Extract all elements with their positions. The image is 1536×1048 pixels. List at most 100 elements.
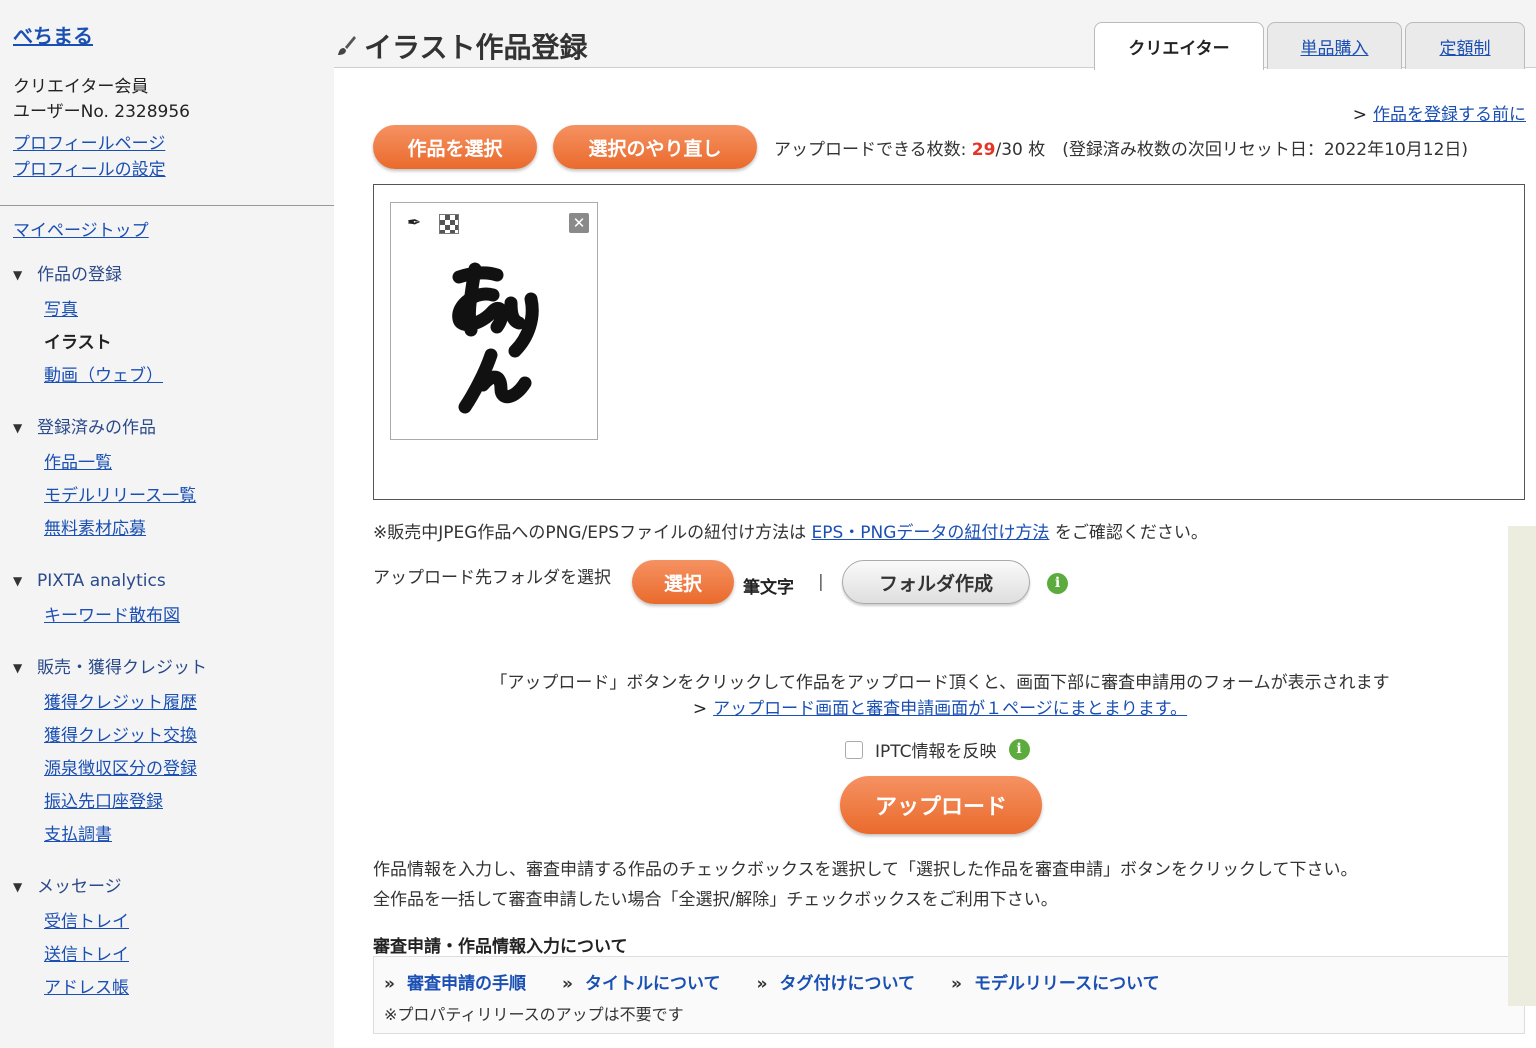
user-number: ユーザーNo. 2328956 [13,102,190,122]
help-box: » 審査申請の手順 » タイトルについて » タグ付けについて » モデルリリースについ… [373,956,1525,1034]
main-content: > 作品を登録する前に 作品を選択 選択のやり直し アップロードできる枚数: 29… [334,68,1536,1048]
side-panel [1508,526,1536,1006]
user-info: べちまる クリエイター会員 ユーザーNo. 2328956 プロフィールページ … [13,20,190,183]
sidebar-item-withholding[interactable]: 源泉徴収区分の登録 [44,756,323,789]
iptc-option: IPTC情報を反映 i [845,737,1030,762]
sidebar-item-keyword-scatter[interactable]: キーワード散布図 [44,603,323,636]
select-works-button[interactable]: 作品を選択 [373,125,537,169]
sidebar-item-inbox[interactable]: 受信トレイ [44,909,323,942]
profile-page-link[interactable]: プロフィールページ [13,131,190,157]
sidebar-nav: マイページトップ ▼ 作品の登録 写真 イラスト 動画（ウェブ） ▼ 登録済みの作品… [13,217,323,1026]
upload-count-rest: /30 枚 (登録済み枚数の次回リセット日：2022年10月12日) [995,140,1469,160]
upload-count: アップロードできる枚数: 29/30 枚 (登録済み枚数の次回リセット日：202… [774,135,1468,160]
before-register-link-wrap: > 作品を登録する前に [1353,100,1526,125]
folder-name: 筆文字 [743,578,794,598]
sidebar-item-address-book[interactable]: アドレス帳 [44,975,323,1008]
sidebar: べちまる クリエイター会員 ユーザーNo. 2328956 プロフィールページ … [0,0,334,1048]
upload-count-label: アップロードできる枚数: [774,140,972,160]
sidebar-section-heading[interactable]: ▼ 販売・獲得クレジット [13,654,323,682]
work-thumbnail[interactable]: ✒ ✕ [390,202,598,440]
upload-info-note: 「アップロード」ボタンをクリックして作品をアップロード頂くと、画面下部に審査申請… [334,670,1536,722]
close-icon[interactable]: ✕ [569,213,589,233]
transparency-icon [439,214,459,234]
help-link-model-release[interactable]: モデルリリースについて [974,974,1160,994]
page-header: イラスト作品登録 クリエイター 単品購入 定額制 [334,0,1536,70]
info-icon[interactable]: i [1008,739,1030,760]
triangle-down-icon: ▼ [13,574,23,588]
arrow-right-icon: > [1352,105,1367,125]
section-heading-label: PIXTA analytics [37,571,166,591]
section-heading-label: 登録済みの作品 [37,418,156,438]
sidebar-divider [0,205,334,206]
separator: | [818,572,824,592]
help-link-title[interactable]: タイトルについて [585,974,721,994]
section-heading-label: 作品の登録 [37,265,122,285]
sidebar-item-illust: イラスト [44,333,112,353]
folder-label: アップロード先フォルダを選択 [373,568,611,588]
tab-label: 単品購入 [1300,38,1369,59]
help-links: » 審査申請の手順 » タイトルについて » タグ付けについて » モデルリリースについ… [384,969,1196,994]
create-folder-button[interactable]: フォルダ作成 [842,560,1030,604]
triangle-down-icon: ▼ [13,268,23,282]
sidebar-item-free-material[interactable]: 無料素材応募 [44,516,323,549]
tab-creator[interactable]: クリエイター [1094,22,1264,70]
page-title: イラスト作品登録 [334,26,587,66]
sidebar-item-credit-history[interactable]: 獲得クレジット履歴 [44,690,323,723]
sidebar-section-registered: ▼ 登録済みの作品 作品一覧 モデルリリース一覧 無料素材応募 [13,414,323,549]
sidebar-item-credit-exchange[interactable]: 獲得クレジット交換 [44,723,323,756]
upload-area[interactable]: ✒ ✕ [373,184,1525,500]
sidebar-item-outbox[interactable]: 送信トレイ [44,942,323,975]
upload-button[interactable]: アップロード [840,776,1042,834]
note-prefix: ※販売中JPEG作品へのPNG/EPSファイルの紐付け方法は [373,523,812,543]
reselect-button[interactable]: 選択のやり直し [553,125,757,169]
iptc-checkbox[interactable] [845,740,863,759]
instruction-text-1: 作品情報を入力し、審査申請する作品のチェックボックスを選択して「選択した作品を審… [373,860,1358,880]
tab-single-purchase[interactable]: 単品購入 [1267,22,1402,69]
sidebar-section-messages: ▼ メッセージ 受信トレイ 送信トレイ アドレス帳 [13,873,323,1008]
sidebar-item-payment-record[interactable]: 支払調書 [44,822,323,855]
section-heading-label: 販売・獲得クレジット [37,658,207,678]
upload-info-link[interactable]: アップロード画面と審査申請画面が１ページにまとまります。 [713,699,1187,719]
profile-settings-link[interactable]: プロフィールの設定 [13,157,190,183]
arrow-right-icon: > [692,699,708,719]
sidebar-item-mypage-top[interactable]: マイページトップ [13,217,323,245]
upload-info-text: 「アップロード」ボタンをクリックして作品をアップロード頂くと、画面下部に審査申請… [490,673,1390,693]
property-release-note: ※プロパティリリースのアップは不要です [384,1005,684,1024]
brush-icon [338,36,356,55]
pen-nib-icon: ✒ [407,213,422,233]
sidebar-section-register: ▼ 作品の登録 写真 イラスト 動画（ウェブ） [13,261,323,396]
folder-select-button[interactable]: 選択 [632,560,734,604]
triangle-down-icon: ▼ [13,880,23,894]
iptc-label: IPTC情報を反映 [875,742,997,762]
bullet-icon: » [950,974,962,994]
help-link-review-steps[interactable]: 審査申請の手順 [407,974,526,994]
sidebar-item-photo[interactable]: 写真 [44,297,323,330]
bullet-icon: » [384,974,395,994]
upload-info-link-row: > アップロード画面と審査申請画面が１ページにまとまります。 [334,696,1536,722]
sidebar-item-video[interactable]: 動画（ウェブ） [44,363,323,396]
sidebar-section-sales: ▼ 販売・獲得クレジット 獲得クレジット履歴 獲得クレジット交換 源泉徴収区分の登… [13,654,323,855]
triangle-down-icon: ▼ [13,661,23,675]
eps-png-link[interactable]: EPS・PNGデータの紐付け方法 [811,523,1049,543]
username-link[interactable]: べちまる [13,20,190,49]
sidebar-item-bank-account[interactable]: 振込先口座登録 [44,789,323,822]
thumbnail-image [452,262,539,414]
sidebar-section-heading[interactable]: ▼ 作品の登録 [13,261,323,289]
sidebar-section-analytics: ▼ PIXTA analytics キーワード散布図 [13,567,323,636]
upload-count-current: 29 [971,140,996,160]
sidebar-section-heading[interactable]: ▼ 登録済みの作品 [13,414,323,442]
info-icon[interactable]: i [1047,573,1068,594]
sidebar-item-model-release-list[interactable]: モデルリリース一覧 [44,483,323,516]
member-type: クリエイター会員 [13,77,149,97]
sidebar-section-heading[interactable]: ▼ メッセージ [13,873,323,901]
tab-subscription[interactable]: 定額制 [1405,22,1525,69]
help-link-tagging[interactable]: タグ付けについて [779,974,915,994]
triangle-down-icon: ▼ [13,421,23,435]
page-title-text: イラスト作品登録 [364,31,588,64]
bullet-icon: » [561,974,573,994]
tab-label: 定額制 [1439,38,1491,59]
sidebar-section-heading[interactable]: ▼ PIXTA analytics [13,567,323,595]
sidebar-item-works-list[interactable]: 作品一覧 [44,450,323,483]
before-register-link[interactable]: 作品を登録する前に [1373,105,1526,125]
png-eps-note: ※販売中JPEG作品へのPNG/EPSファイルの紐付け方法は EPS・PNGデー… [373,518,1208,543]
